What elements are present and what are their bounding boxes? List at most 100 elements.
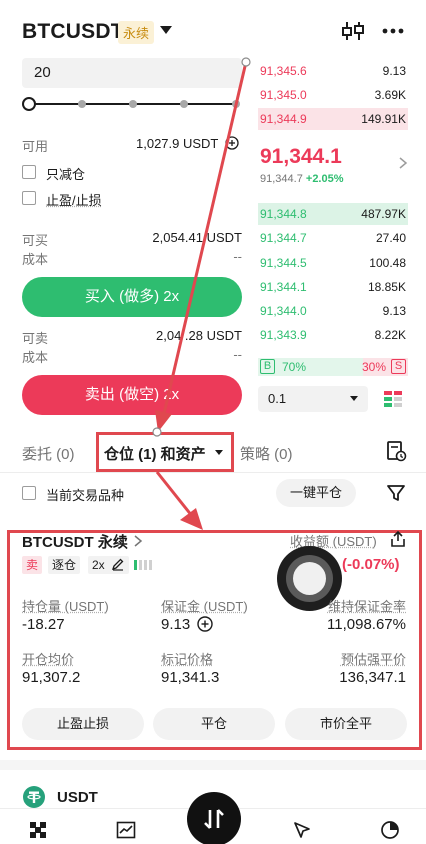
tab-orders[interactable]: 委托 (0) [22, 443, 75, 464]
size-value: -18.27 [22, 616, 65, 633]
slider-step[interactable] [78, 100, 86, 108]
margin-mode-tag[interactable]: 逐仓 [48, 556, 80, 574]
edit-icon[interactable] [111, 557, 125, 571]
slider-step[interactable] [129, 100, 137, 108]
can-sell-label: 可卖 [22, 328, 48, 347]
ask-row[interactable]: 91,344.9 149.91K [258, 108, 408, 130]
more-icon[interactable] [380, 18, 406, 44]
sell-ratio-badge: S [391, 359, 406, 374]
tpsl-button[interactable]: 止盈止损 [22, 708, 144, 740]
symbol-dropdown-icon[interactable] [160, 26, 172, 34]
sell-ratio: 30% [362, 360, 386, 374]
entry-price-label: 开仓均价 [22, 649, 74, 668]
current-symbol-checkbox[interactable] [22, 486, 36, 500]
bid-price: 91,344.1 [260, 276, 307, 298]
bid-price: 91,344.8 [260, 203, 307, 225]
chevron-right-icon[interactable] [398, 156, 408, 170]
mark-price-value: 91,341.3 [161, 669, 219, 686]
tab-strategies[interactable]: 策略 (0) [240, 443, 293, 464]
home-grid-icon[interactable] [28, 820, 48, 840]
available-label: 可用 [22, 136, 48, 155]
last-price: 91,344.1 [260, 145, 342, 169]
tabs-divider [0, 472, 426, 473]
cost-label: 成本 [22, 249, 48, 268]
bid-price: 91,344.0 [260, 300, 307, 322]
entry-price-value: 91,307.2 [22, 669, 80, 686]
top-bar: BTCUSDT 永续 [0, 0, 426, 60]
depth-value: 0.1 [268, 391, 286, 406]
filter-icon[interactable] [386, 483, 406, 503]
ask-price: 91,345.0 [260, 84, 307, 106]
close-position-button[interactable]: 平仓 [153, 708, 275, 740]
book-layout-icon[interactable] [383, 389, 403, 409]
can-sell-value: 2,04 .28 USDT [156, 328, 242, 343]
available-value: 1,027.9 USDT [136, 136, 218, 151]
current-symbol-label: 当前交易品种 [46, 485, 124, 504]
bid-price: 91,344.5 [260, 252, 307, 274]
buy-sell-ratio-bar: B 70% 30% S [258, 358, 408, 376]
bid-price: 91,343.9 [260, 324, 307, 346]
maint-margin-value: 11,098.67% [327, 616, 406, 633]
share-icon[interactable] [389, 530, 407, 548]
buy-ratio: 70% [282, 360, 306, 374]
ask-row[interactable]: 91,345.0 3.69K [258, 84, 408, 106]
ask-price: 91,344.9 [260, 108, 307, 130]
depth-precision-select[interactable]: 0.1 [258, 386, 368, 412]
bid-qty: 100.48 [369, 252, 406, 274]
quantity-input[interactable]: 20 [22, 58, 242, 88]
discover-icon[interactable] [292, 820, 312, 840]
cost-value: -- [233, 249, 242, 264]
slider-step[interactable] [180, 100, 188, 108]
arrow-head-icon [180, 508, 203, 530]
tpsl-label[interactable]: 止盈/止损 [46, 190, 102, 209]
tpsl-checkbox[interactable] [22, 191, 36, 205]
tab-positions[interactable]: 仓位 (1) 和资产 [104, 443, 206, 464]
chevron-right-icon[interactable] [133, 534, 143, 548]
reduce-only-checkbox[interactable] [22, 165, 36, 179]
cost2-value: -- [233, 347, 242, 362]
ask-price: 91,345.6 [260, 60, 307, 82]
margin-label: 保证金 (USDT) [161, 596, 248, 615]
reduce-only-label: 只减仓 [46, 164, 85, 183]
position-symbol[interactable]: BTCUSDT 永续 [22, 531, 128, 552]
bid-row[interactable]: 91,344.7 27.40 [258, 227, 408, 249]
bid-row[interactable]: 91,343.9 8.22K [258, 324, 408, 346]
transfer-plus-icon[interactable] [225, 136, 239, 150]
bid-row[interactable]: 91,344.0 9.13 [258, 300, 408, 322]
ask-row[interactable]: 91,345.6 9.13 [258, 60, 408, 82]
assistive-touch-core [293, 562, 326, 595]
sell-short-button[interactable]: 卖出 (做空) 2x [22, 375, 242, 415]
mark-price: 91,344.7 [260, 173, 303, 185]
bid-row[interactable]: 91,344.1 18.85K [258, 276, 408, 298]
ask-qty: 9.13 [383, 60, 406, 82]
trade-button[interactable] [187, 792, 241, 844]
maint-margin-label: 维持保证金率 [328, 596, 406, 615]
tab-dropdown-icon[interactable] [215, 450, 223, 455]
slider-thumb[interactable] [22, 97, 36, 111]
bid-row[interactable]: 91,344.5 100.48 [258, 252, 408, 274]
bid-qty: 27.40 [376, 227, 406, 249]
add-margin-icon[interactable] [197, 616, 213, 632]
markets-icon[interactable] [116, 820, 136, 840]
chart-settings-icon[interactable] [340, 18, 366, 44]
history-icon[interactable] [385, 440, 407, 462]
close-all-button[interactable]: 一键平仓 [276, 479, 356, 507]
caret-down-icon [350, 396, 358, 401]
bid-qty: 487.97K [361, 203, 406, 225]
side-tag: 卖 [22, 556, 42, 574]
risk-level-icon [133, 559, 157, 571]
assets-pie-icon[interactable] [380, 820, 400, 840]
buy-long-button[interactable]: 买入 (做多) 2x [22, 277, 242, 317]
perpetual-badge: 永续 [118, 21, 154, 44]
liq-price-value: 136,347.1 [339, 669, 406, 686]
usdt-coin-icon [22, 785, 46, 809]
bid-price: 91,344.7 [260, 227, 307, 249]
bid-row[interactable]: 91,344.8 487.97K [258, 203, 408, 225]
symbol-title[interactable]: BTCUSDT [22, 20, 124, 44]
margin-value: 9.13 [161, 616, 190, 633]
bid-qty: 18.85K [368, 276, 406, 298]
asset-name[interactable]: USDT [57, 789, 98, 806]
section-gap [0, 760, 426, 770]
market-close-button[interactable]: 市价全平 [285, 708, 407, 740]
slider-step[interactable] [232, 100, 240, 108]
